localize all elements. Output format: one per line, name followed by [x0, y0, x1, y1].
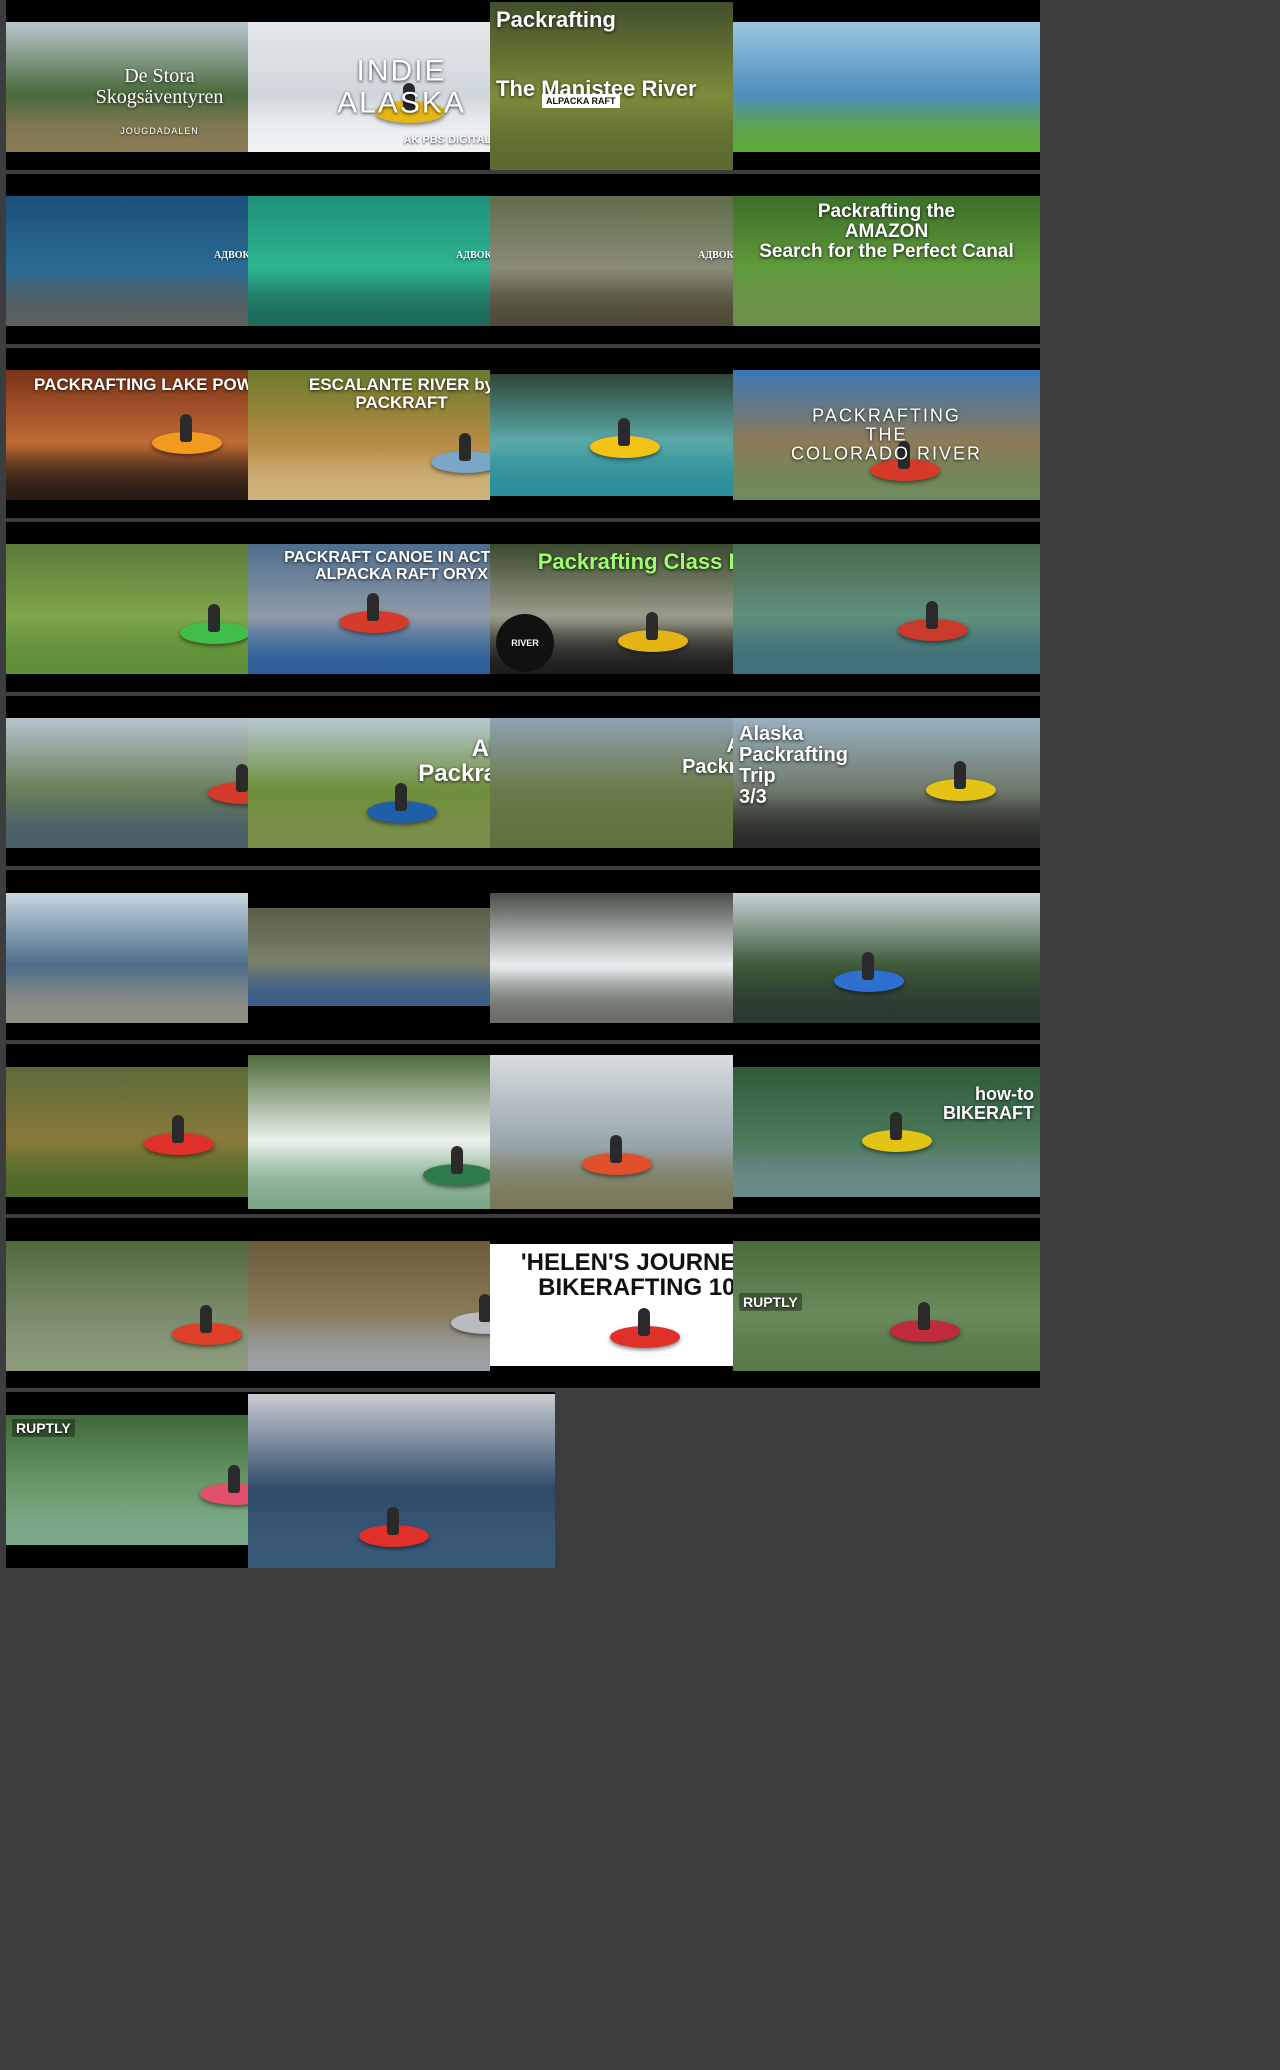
- paddler-figure: [451, 1146, 463, 1174]
- paddler-figure: [862, 952, 874, 980]
- channel-logo: ALPACKA RAFT: [542, 94, 620, 108]
- channel-logo: RUPTLY: [12, 1419, 75, 1437]
- video-alaska-packrafting-trip-3-3[interactable]: Alaska Packrafting Trip 3/3: [733, 696, 1040, 866]
- paddler-figure: [208, 604, 220, 632]
- video-title-overlay: PACKRAFTING THE COLORADO RIVER: [790, 405, 983, 464]
- video-thumbnail-grid: De Stora Skogsäventyren JOUGDADALEN INDIE …: [0, 0, 1280, 2070]
- paddler-figure: [646, 612, 658, 640]
- video-thumbnail-image[interactable]: how-to BIKERAFT: [733, 1067, 1040, 1197]
- video-title-overlay: Alaska Packrafting Trip 3/3: [739, 723, 848, 808]
- channel-logo: RUPTLY: [739, 1293, 802, 1311]
- video-lakeside-camp[interactable]: [733, 0, 1040, 170]
- paddler-figure: [387, 1507, 399, 1535]
- video-thumbnail-image[interactable]: Packrafting the AMAZON Search for the Pe…: [733, 196, 1040, 326]
- video-forest-creek-bridge[interactable]: [733, 870, 1040, 1040]
- paddler-figure: [638, 1308, 650, 1336]
- scene-ground: [733, 1145, 1040, 1197]
- paddler-figure: [200, 1305, 212, 1333]
- video-packrafting-the-colorado-river[interactable]: PACKRAFTING THE COLORADO RIVER: [733, 348, 1040, 518]
- video-thumbnail-image[interactable]: [733, 893, 1040, 1023]
- video-title-overlay: how-to BIKERAFT: [943, 1084, 1034, 1123]
- video-packrafting-the-amazon[interactable]: Packrafting the AMAZON Search for the Pe…: [733, 174, 1040, 344]
- video-ruptly-red-dress[interactable]: RUPTLY: [733, 1218, 1040, 1388]
- video-yellow-jacket-red-kayak[interactable]: [248, 1392, 555, 1568]
- paddler-figure: [459, 433, 471, 461]
- video-thumbnail-image[interactable]: [733, 544, 1040, 674]
- paddler-figure: [236, 764, 248, 792]
- video-thumbnail-image[interactable]: [248, 1394, 555, 1568]
- video-thumbnail-image[interactable]: Alaska Packrafting Trip 3/3: [733, 718, 1040, 848]
- scene-ground: [733, 1319, 1040, 1371]
- scene-ground: [733, 622, 1040, 674]
- paddler-figure: [618, 418, 630, 446]
- video-title-overlay: Packrafting the AMAZON Search for the Pe…: [759, 201, 1014, 262]
- video-how-to-bikeraft[interactable]: how-to BIKERAFT: [733, 1044, 1040, 1214]
- scene-ground: [733, 100, 1040, 152]
- paddler-figure: [180, 414, 192, 442]
- video-thumbnail-image[interactable]: PACKRAFTING THE COLORADO RIVER: [733, 370, 1040, 500]
- video-thumbnail-image[interactable]: RUPTLY: [733, 1241, 1040, 1371]
- paddler-figure: [228, 1465, 240, 1493]
- video-thumbnail-image[interactable]: [733, 22, 1040, 152]
- paddler-figure: [926, 601, 938, 629]
- channel-logo: RIVER KINGS: [496, 614, 554, 672]
- video-forest-river-paddler[interactable]: [733, 522, 1040, 692]
- paddler-figure: [367, 593, 379, 621]
- scene-ground: [733, 274, 1040, 326]
- paddler-figure: [172, 1115, 184, 1143]
- paddler-figure: [918, 1302, 930, 1330]
- paddler-figure: [610, 1135, 622, 1163]
